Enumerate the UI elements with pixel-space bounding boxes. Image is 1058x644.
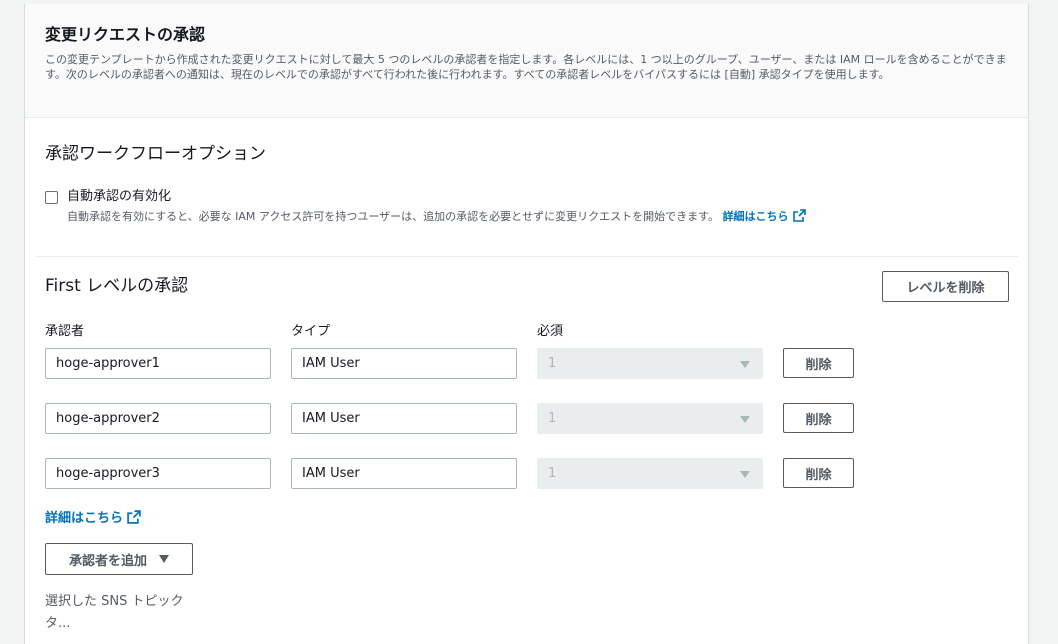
panel-title: 変更リクエストの承認 — [45, 25, 206, 44]
approver-input[interactable]: hoge-approver2 — [45, 403, 271, 434]
panel-header: 変更リクエストの承認 この変更テンプレートから作成された変更リクエストに対して最… — [25, 4, 1028, 118]
type-input[interactable]: IAM User — [291, 458, 517, 489]
remove-approver-button[interactable]: 削除 — [783, 403, 854, 433]
auto-approval-checkbox[interactable] — [45, 191, 58, 204]
change-request-approval-panel: 変更リクエストの承認 この変更テンプレートから作成された変更リクエストに対して最… — [24, 4, 1029, 644]
remove-approver-button[interactable]: 削除 — [783, 348, 854, 378]
external-link-icon — [127, 510, 141, 530]
required-select: 1 — [537, 458, 763, 489]
caret-down-icon — [740, 471, 750, 478]
required-select: 1 — [537, 403, 763, 434]
caret-down-icon — [159, 555, 169, 563]
type-column-header: タイプ — [291, 324, 331, 339]
level-learn-more-label: 詳細はこちら — [45, 511, 124, 526]
auto-approval-desc-text: 自動承認を有効にすると、必要な IAM アクセス許可を持つユーザーは、追加の承認… — [67, 210, 720, 223]
section-divider — [35, 256, 1018, 257]
sns-topic-label-continued: タ... — [45, 616, 71, 631]
approver-row: hoge-approver2 IAM User 1 削除 — [25, 403, 1025, 435]
add-approver-button[interactable]: 承認者を追加 — [45, 543, 193, 575]
sns-topic-label: 選択した SNS トピック — [45, 594, 184, 609]
auto-approval-description: 自動承認を有効にすると、必要な IAM アクセス許可を持つユーザーは、追加の承認… — [67, 209, 806, 227]
auto-approval-label[interactable]: 自動承認の有効化 — [67, 188, 171, 206]
caret-down-icon — [740, 361, 750, 368]
workflow-options-title: 承認ワークフローオプション — [45, 144, 266, 164]
approver-input[interactable]: hoge-approver3 — [45, 458, 271, 489]
required-select: 1 — [537, 348, 763, 379]
approver-row: hoge-approver1 IAM User 1 削除 — [25, 348, 1025, 380]
level-learn-more-link[interactable]: 詳細はこちら — [45, 510, 141, 530]
type-input[interactable]: IAM User — [291, 403, 517, 434]
learn-more-label: 詳細はこちら — [722, 210, 789, 223]
external-link-icon — [792, 209, 806, 227]
caret-down-icon — [740, 416, 750, 423]
required-value: 1 — [548, 356, 557, 371]
type-input[interactable]: IAM User — [291, 348, 517, 379]
level-title: First レベルの承認 — [45, 276, 189, 296]
approver-row: hoge-approver3 IAM User 1 削除 — [25, 458, 1025, 490]
required-value: 1 — [548, 411, 557, 426]
remove-approver-button[interactable]: 削除 — [783, 458, 854, 488]
approver-input[interactable]: hoge-approver1 — [45, 348, 271, 379]
learn-more-link[interactable]: 詳細はこちら — [722, 209, 806, 223]
panel-description: この変更テンプレートから作成された変更リクエストに対して最大 5 つのレベルの承… — [45, 53, 1007, 81]
required-value: 1 — [548, 466, 557, 481]
delete-level-button[interactable]: レベルを削除 — [882, 271, 1009, 302]
approver-column-header: 承認者 — [45, 324, 85, 339]
required-column-header: 必須 — [537, 324, 564, 339]
add-approver-label: 承認者を追加 — [68, 553, 147, 569]
